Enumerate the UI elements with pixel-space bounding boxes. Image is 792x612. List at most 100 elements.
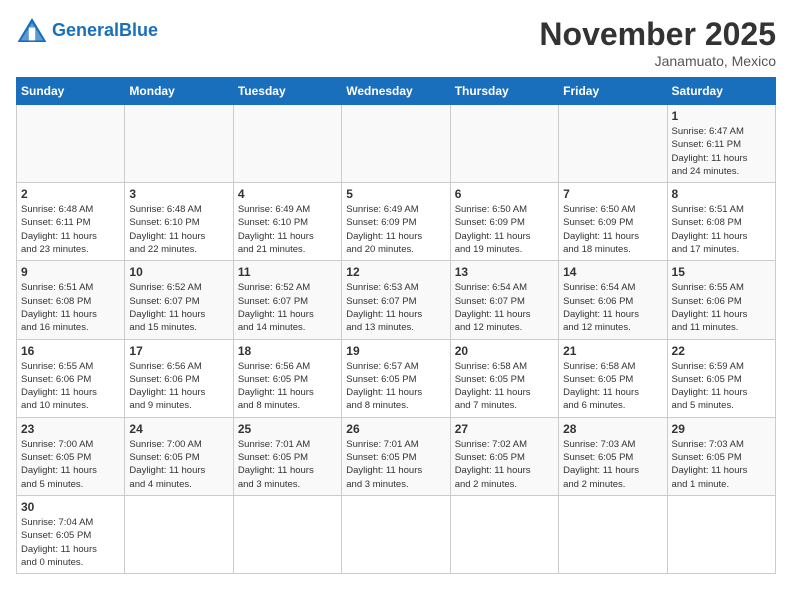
calendar-day-cell: 6Sunrise: 6:50 AM Sunset: 6:09 PM Daylig… — [450, 183, 558, 261]
calendar-day-cell: 15 Sunrise: 6:55 AM Sunset: 6:06 PM Dayli… — [667, 261, 775, 339]
day-info: Sunrise: 6:59 AM Sunset: 6:05 PM Dayligh… — [672, 360, 771, 413]
calendar-day-cell: 19 Sunrise: 6:57 AM Sunset: 6:05 PM Dayli… — [342, 339, 450, 417]
calendar-day-cell — [342, 495, 450, 573]
day-info: Sunrise: 7:04 AM Sunset: 6:05 PM Dayligh… — [21, 516, 120, 569]
calendar-week-row: 16 Sunrise: 6:55 AM Sunset: 6:06 PM Dayli… — [17, 339, 776, 417]
calendar-day-cell: 9Sunrise: 6:51 AM Sunset: 6:08 PM Daylig… — [17, 261, 125, 339]
calendar-day-cell: 4 Sunrise: 6:49 AM Sunset: 6:10 PM Daylig… — [233, 183, 341, 261]
day-info: Sunrise: 6:54 AM Sunset: 6:06 PM Dayligh… — [563, 281, 662, 334]
calendar-day-cell: 16 Sunrise: 6:55 AM Sunset: 6:06 PM Dayli… — [17, 339, 125, 417]
day-number: 23 — [21, 422, 120, 436]
calendar: SundayMondayTuesdayWednesdayThursdayFrid… — [16, 77, 776, 574]
day-number: 5 — [346, 187, 445, 201]
day-info: Sunrise: 6:53 AM Sunset: 6:07 PM Dayligh… — [346, 281, 445, 334]
calendar-day-cell — [17, 105, 125, 183]
calendar-day-cell: 28Sunrise: 7:03 AM Sunset: 6:05 PM Dayli… — [559, 417, 667, 495]
day-info: Sunrise: 6:49 AM Sunset: 6:10 PM Dayligh… — [238, 203, 337, 256]
day-number: 13 — [455, 265, 554, 279]
day-info: Sunrise: 6:51 AM Sunset: 6:08 PM Dayligh… — [21, 281, 120, 334]
weekday-header: Wednesday — [342, 78, 450, 105]
calendar-day-cell: 17 Sunrise: 6:56 AM Sunset: 6:06 PM Dayli… — [125, 339, 233, 417]
day-number: 4 — [238, 187, 337, 201]
day-number: 1 — [672, 109, 771, 123]
calendar-day-cell: 7Sunrise: 6:50 AM Sunset: 6:09 PM Daylig… — [559, 183, 667, 261]
calendar-day-cell — [667, 495, 775, 573]
day-number: 14 — [563, 265, 662, 279]
day-number: 8 — [672, 187, 771, 201]
calendar-day-cell: 13 Sunrise: 6:54 AM Sunset: 6:07 PM Dayli… — [450, 261, 558, 339]
calendar-day-cell: 26 Sunrise: 7:01 AM Sunset: 6:05 PM Dayli… — [342, 417, 450, 495]
day-info: Sunrise: 6:57 AM Sunset: 6:05 PM Dayligh… — [346, 360, 445, 413]
day-number: 30 — [21, 500, 120, 514]
calendar-week-row: 23 Sunrise: 7:00 AM Sunset: 6:05 PM Dayli… — [17, 417, 776, 495]
calendar-day-cell: 27Sunrise: 7:02 AM Sunset: 6:05 PM Dayli… — [450, 417, 558, 495]
day-info: Sunrise: 7:03 AM Sunset: 6:05 PM Dayligh… — [563, 438, 662, 491]
day-info: Sunrise: 6:56 AM Sunset: 6:05 PM Dayligh… — [238, 360, 337, 413]
calendar-day-cell — [559, 495, 667, 573]
calendar-day-cell: 8Sunrise: 6:51 AM Sunset: 6:08 PM Daylig… — [667, 183, 775, 261]
day-info: Sunrise: 6:50 AM Sunset: 6:09 PM Dayligh… — [455, 203, 554, 256]
calendar-day-cell: 30 Sunrise: 7:04 AM Sunset: 6:05 PM Dayli… — [17, 495, 125, 573]
day-number: 12 — [346, 265, 445, 279]
calendar-day-cell: 12 Sunrise: 6:53 AM Sunset: 6:07 PM Dayli… — [342, 261, 450, 339]
calendar-week-row: 30 Sunrise: 7:04 AM Sunset: 6:05 PM Dayli… — [17, 495, 776, 573]
calendar-week-row: 1Sunrise: 6:47 AM Sunset: 6:11 PM Daylig… — [17, 105, 776, 183]
weekday-header: Thursday — [450, 78, 558, 105]
day-number: 11 — [238, 265, 337, 279]
logo-text: GeneralBlue — [52, 20, 158, 41]
weekday-header: Monday — [125, 78, 233, 105]
weekday-header: Friday — [559, 78, 667, 105]
calendar-day-cell — [450, 105, 558, 183]
day-number: 16 — [21, 344, 120, 358]
day-number: 10 — [129, 265, 228, 279]
weekday-header: Saturday — [667, 78, 775, 105]
day-number: 15 — [672, 265, 771, 279]
day-info: Sunrise: 6:58 AM Sunset: 6:05 PM Dayligh… — [455, 360, 554, 413]
title-section: November 2025 Janamuato, Mexico — [539, 16, 776, 69]
calendar-day-cell: 23 Sunrise: 7:00 AM Sunset: 6:05 PM Dayli… — [17, 417, 125, 495]
logo: GeneralBlue — [16, 16, 158, 44]
calendar-day-cell: 29 Sunrise: 7:03 AM Sunset: 6:05 PM Dayli… — [667, 417, 775, 495]
day-info: Sunrise: 6:48 AM Sunset: 6:10 PM Dayligh… — [129, 203, 228, 256]
page-header: GeneralBlue November 2025 Janamuato, Mex… — [16, 16, 776, 69]
calendar-day-cell — [559, 105, 667, 183]
day-info: Sunrise: 6:52 AM Sunset: 6:07 PM Dayligh… — [129, 281, 228, 334]
calendar-day-cell: 20 Sunrise: 6:58 AM Sunset: 6:05 PM Dayli… — [450, 339, 558, 417]
day-number: 19 — [346, 344, 445, 358]
day-number: 21 — [563, 344, 662, 358]
day-info: Sunrise: 6:55 AM Sunset: 6:06 PM Dayligh… — [21, 360, 120, 413]
calendar-week-row: 2Sunrise: 6:48 AM Sunset: 6:11 PM Daylig… — [17, 183, 776, 261]
day-number: 24 — [129, 422, 228, 436]
day-info: Sunrise: 6:56 AM Sunset: 6:06 PM Dayligh… — [129, 360, 228, 413]
day-info: Sunrise: 6:52 AM Sunset: 6:07 PM Dayligh… — [238, 281, 337, 334]
day-info: Sunrise: 6:58 AM Sunset: 6:05 PM Dayligh… — [563, 360, 662, 413]
calendar-day-cell — [233, 495, 341, 573]
day-info: Sunrise: 7:00 AM Sunset: 6:05 PM Dayligh… — [21, 438, 120, 491]
day-info: Sunrise: 7:03 AM Sunset: 6:05 PM Dayligh… — [672, 438, 771, 491]
location: Janamuato, Mexico — [539, 53, 776, 69]
calendar-day-cell: 3 Sunrise: 6:48 AM Sunset: 6:10 PM Daylig… — [125, 183, 233, 261]
calendar-day-cell: 21 Sunrise: 6:58 AM Sunset: 6:05 PM Dayli… — [559, 339, 667, 417]
day-info: Sunrise: 6:55 AM Sunset: 6:06 PM Dayligh… — [672, 281, 771, 334]
day-info: Sunrise: 6:49 AM Sunset: 6:09 PM Dayligh… — [346, 203, 445, 256]
day-number: 26 — [346, 422, 445, 436]
day-number: 27 — [455, 422, 554, 436]
day-number: 25 — [238, 422, 337, 436]
day-info: Sunrise: 7:01 AM Sunset: 6:05 PM Dayligh… — [238, 438, 337, 491]
calendar-day-cell — [233, 105, 341, 183]
weekday-header: Tuesday — [233, 78, 341, 105]
day-number: 29 — [672, 422, 771, 436]
calendar-day-cell: 14 Sunrise: 6:54 AM Sunset: 6:06 PM Dayli… — [559, 261, 667, 339]
day-number: 3 — [129, 187, 228, 201]
day-info: Sunrise: 6:54 AM Sunset: 6:07 PM Dayligh… — [455, 281, 554, 334]
day-number: 22 — [672, 344, 771, 358]
calendar-week-row: 9Sunrise: 6:51 AM Sunset: 6:08 PM Daylig… — [17, 261, 776, 339]
day-number: 17 — [129, 344, 228, 358]
day-number: 20 — [455, 344, 554, 358]
calendar-day-cell — [125, 105, 233, 183]
day-info: Sunrise: 7:00 AM Sunset: 6:05 PM Dayligh… — [129, 438, 228, 491]
day-number: 18 — [238, 344, 337, 358]
day-info: Sunrise: 7:01 AM Sunset: 6:05 PM Dayligh… — [346, 438, 445, 491]
calendar-header-row: SundayMondayTuesdayWednesdayThursdayFrid… — [17, 78, 776, 105]
calendar-day-cell — [125, 495, 233, 573]
